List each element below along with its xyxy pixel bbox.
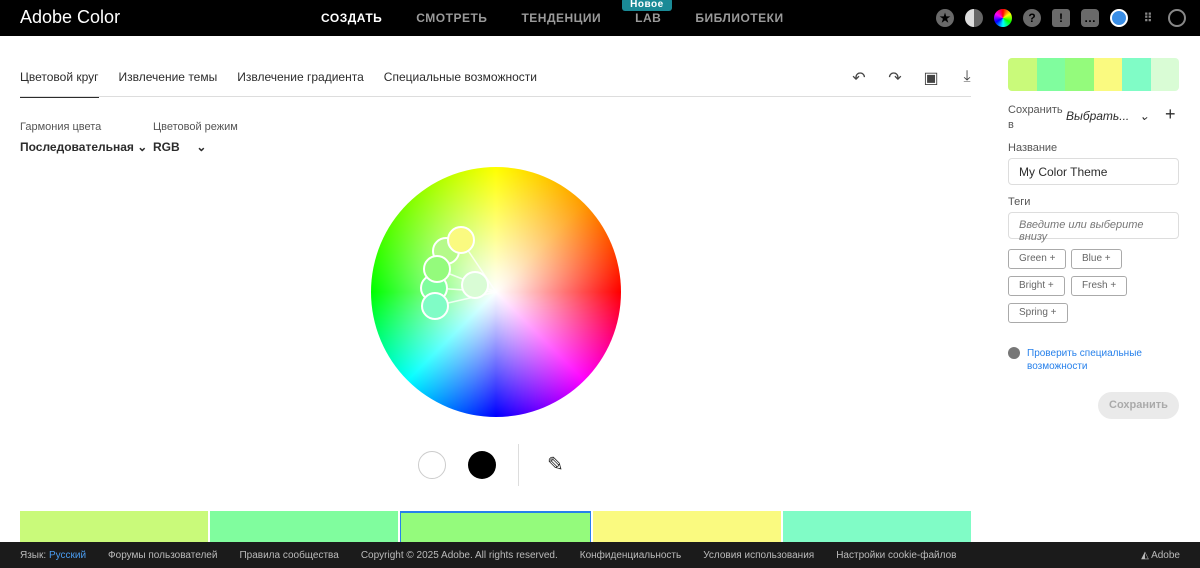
preview-swatch [1036,58,1065,91]
library-select[interactable]: Выбрать... ⌄ [1066,109,1149,123]
language-selector[interactable]: Язык: Русский [20,550,86,561]
footer-link[interactable]: Настройки cookie-файлов [836,550,956,561]
chevron-down-icon: ⌄ [1139,109,1150,123]
swatch-selected[interactable] [400,511,591,543]
swatch[interactable] [20,511,209,543]
add-library-button[interactable]: + [1165,104,1176,125]
tag-label: Blue [1082,253,1103,264]
adobe-icon: ◭ [1141,549,1149,561]
preview-swatch [1122,58,1151,91]
color-handle [421,292,449,320]
tag-label: Fresh [1082,280,1108,291]
save-to-label: Сохранить в [1008,104,1063,131]
tag-label: Green [1019,253,1047,264]
swatch-row [20,511,972,543]
swatch[interactable] [592,511,781,543]
preview-swatch [1008,58,1037,91]
tag-blue[interactable]: Blue + [1071,249,1122,269]
library-value: Выбрать... [1066,109,1130,123]
tag-spring[interactable]: Spring + [1008,303,1068,323]
black-swatch-button[interactable] [468,451,496,479]
preview-swatch [1150,58,1179,91]
name-label: Название [1008,142,1058,154]
tag-label: Bright [1019,280,1046,291]
theme-preview [1008,58,1179,91]
footer-link[interactable]: Правила сообщества [239,550,338,561]
divider [518,444,519,486]
tag-fresh[interactable]: Fresh + [1071,276,1128,296]
footer-link[interactable]: Форумы пользователей [108,550,217,561]
language-label: Язык: [20,549,47,561]
tags-input[interactable]: Введите или выберите внизу [1008,212,1179,243]
adobe-logo[interactable]: ◭ Adobe [1141,550,1180,561]
adobe-label: Adobe [1151,549,1180,561]
info-icon [1008,347,1020,359]
eyedropper-icon[interactable]: ✎ [547,452,564,477]
save-button[interactable]: Сохранить [1098,392,1179,419]
preview-swatch [1065,58,1094,91]
tag-green[interactable]: Green + [1008,249,1067,269]
white-swatch-button[interactable] [418,451,446,479]
name-input[interactable]: My Color Theme [1008,158,1179,185]
tag-bright[interactable]: Bright + [1008,276,1065,296]
color-handle [461,271,489,299]
swatch[interactable] [782,511,972,543]
footer: Язык: Русский Форумы пользователей Прави… [0,542,1200,568]
color-handle [423,255,451,283]
language-value: Русский [48,549,87,561]
tag-label: Spring [1019,307,1048,318]
swatch[interactable] [210,511,399,543]
color-handle [447,226,475,254]
accessibility-link[interactable]: Проверить специальные возможности [1027,347,1177,373]
tags-label: Теги [1008,196,1031,208]
copyright: Copyright © 2025 Adobe. All rights reser… [360,549,558,561]
footer-link[interactable]: Условия использования [703,550,814,561]
footer-link[interactable]: Конфиденциальность [580,550,681,561]
preview-swatch [1093,58,1122,91]
